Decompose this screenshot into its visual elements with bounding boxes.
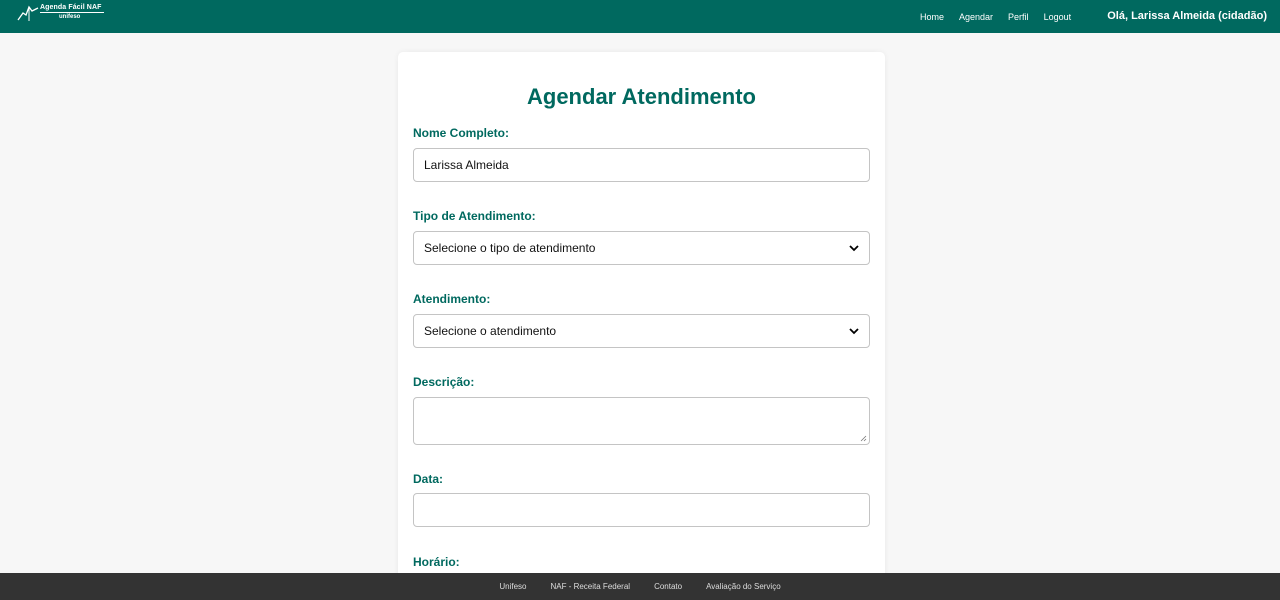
footer: Unifeso NAF - Receita Federal Contato Av… — [0, 573, 1280, 600]
type-label: Tipo de Atendimento: — [413, 209, 536, 223]
name-label: Nome Completo: — [413, 126, 509, 140]
logo-title: Agenda Fácil NAF — [40, 4, 102, 11]
nav-home-link[interactable]: Home — [920, 12, 944, 22]
mountain-line-logo-icon — [17, 5, 39, 21]
name-input-value: Larissa Almeida — [424, 158, 509, 172]
service-select-value: Selecione o atendimento — [424, 324, 557, 338]
footer-link-naf[interactable]: NAF - Receita Federal — [550, 582, 630, 591]
appointment-form-card: Agendar Atendimento Nome Completo: Laris… — [398, 52, 885, 600]
chevron-down-icon — [849, 245, 859, 252]
time-label: Horário: — [413, 555, 460, 569]
name-input[interactable]: Larissa Almeida — [413, 148, 870, 182]
service-select[interactable]: Selecione o atendimento — [413, 314, 870, 348]
chevron-down-icon — [849, 328, 859, 335]
app-logo[interactable]: Agenda Fácil NAF unifeso — [17, 3, 107, 27]
logo-divider — [40, 12, 104, 13]
top-navbar: Agenda Fácil NAF unifeso Home Agendar Pe… — [0, 0, 1280, 33]
user-greeting: Olá, Larissa Almeida (cidadão) — [1107, 10, 1267, 22]
service-label: Atendimento: — [413, 292, 491, 306]
footer-link-avaliacao[interactable]: Avaliação do Serviço — [706, 582, 781, 591]
nav-agendar-link[interactable]: Agendar — [959, 12, 993, 22]
resize-handle-icon[interactable] — [860, 435, 867, 442]
logo-subtitle: unifeso — [59, 14, 81, 20]
date-input[interactable] — [413, 493, 870, 527]
nav-logout-link[interactable]: Logout — [1044, 12, 1072, 22]
footer-link-unifeso[interactable]: Unifeso — [499, 582, 526, 591]
description-textarea[interactable] — [413, 397, 870, 445]
description-label: Descrição: — [413, 375, 475, 389]
footer-link-contato[interactable]: Contato — [654, 582, 682, 591]
main-nav: Home Agendar Perfil Logout — [920, 0, 1086, 33]
nav-perfil-link[interactable]: Perfil — [1008, 12, 1029, 22]
page-title: Agendar Atendimento — [527, 84, 756, 109]
date-label: Data: — [413, 472, 444, 486]
type-select-value: Selecione o tipo de atendimento — [424, 241, 596, 255]
type-select[interactable]: Selecione o tipo de atendimento — [413, 231, 870, 265]
